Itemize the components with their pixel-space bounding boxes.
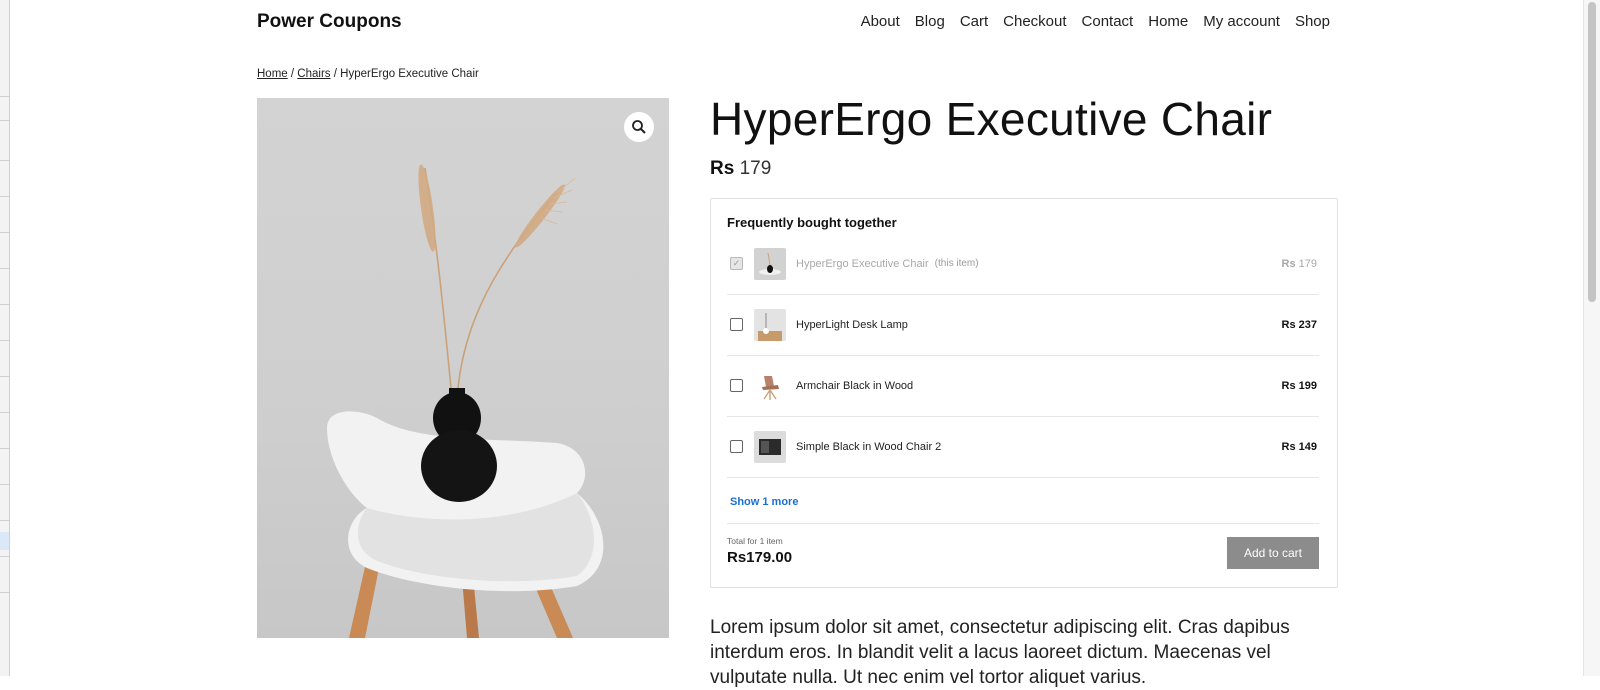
nav-item-cart[interactable]: Cart	[960, 13, 988, 30]
fbt-item-row: HyperLight Desk Lamp Rs 237	[727, 294, 1319, 356]
fbt-heading: Frequently bought together	[727, 215, 897, 230]
nav-item-checkout[interactable]: Checkout	[1003, 13, 1066, 30]
vase-on-chair-photo	[327, 164, 604, 638]
desk-lamp-thumbnail	[754, 308, 786, 341]
fbt-item-name[interactable]: HyperErgo Executive Chair	[796, 258, 929, 270]
main-nav: About Blog Cart Checkout Contact Home My…	[861, 13, 1330, 30]
fbt-item-name[interactable]: Armchair Black in Wood	[796, 380, 913, 392]
breadcrumb-home[interactable]: Home	[257, 68, 288, 80]
nav-item-contact[interactable]: Contact	[1082, 13, 1134, 30]
breadcrumb-separator: /	[290, 68, 295, 80]
fbt-item-checkbox[interactable]	[730, 379, 743, 392]
fbt-item-row: Simple Black in Wood Chair 2 Rs 149	[727, 416, 1319, 478]
product-image[interactable]	[257, 98, 669, 638]
add-to-cart-button[interactable]: Add to cart	[1227, 537, 1319, 569]
page-scrollbar[interactable]	[1583, 0, 1600, 676]
fbt-divider	[727, 523, 1319, 524]
background-window-edge	[0, 0, 10, 676]
vase-chair-thumbnail	[754, 247, 786, 280]
total-value: Rs179.00	[727, 549, 793, 566]
nav-item-home[interactable]: Home	[1148, 13, 1188, 30]
fbt-item-name[interactable]: Simple Black in Wood Chair 2	[796, 441, 941, 453]
total-label: Total for 1 item	[727, 536, 783, 546]
nav-item-my-account[interactable]: My account	[1203, 13, 1280, 30]
fbt-item-price: Rs 237	[1281, 318, 1317, 331]
fbt-item-checkbox[interactable]	[730, 440, 743, 453]
fbt-item-tag: (this item)	[934, 258, 979, 269]
show-more-link[interactable]: Show 1 more	[730, 496, 798, 508]
product-description: Lorem ipsum dolor sit amet, consectetur …	[710, 617, 1290, 688]
fbt-item-price: Rs 199	[1281, 379, 1317, 392]
breadcrumb-separator: /	[333, 68, 337, 80]
breadcrumb: Home / Chairs / HyperErgo Executive Chai…	[257, 68, 479, 80]
breadcrumb-current: HyperErgo Executive Chair	[340, 68, 479, 80]
black-chair-thumbnail	[754, 430, 786, 463]
currency-symbol: Rs	[710, 158, 735, 179]
scrollbar-thumb[interactable]	[1588, 2, 1596, 302]
fbt-item-row: Armchair Black in Wood Rs 199	[727, 355, 1319, 417]
fbt-item-price: Rs 179	[1281, 257, 1317, 270]
product-title: HyperErgo Executive Chair	[710, 93, 1273, 145]
magnifier-icon	[632, 120, 646, 134]
nav-item-shop[interactable]: Shop	[1295, 13, 1330, 30]
nav-item-blog[interactable]: Blog	[915, 13, 945, 30]
fbt-item-checkbox[interactable]	[730, 318, 743, 331]
fbt-item-price: Rs 149	[1281, 440, 1317, 453]
site-title[interactable]: Power Coupons	[257, 11, 402, 33]
fbt-item-name[interactable]: HyperLight Desk Lamp	[796, 319, 908, 331]
nav-item-about[interactable]: About	[861, 13, 900, 30]
product-price: Rs 179	[710, 158, 771, 180]
zoom-button[interactable]	[624, 112, 654, 142]
frequently-bought-together-box: Frequently bought together ✓ HyperErgo E…	[710, 198, 1338, 588]
fbt-item-row: ✓ HyperErgo Executive Chair (this item) …	[727, 233, 1319, 295]
fbt-item-checkbox[interactable]: ✓	[730, 257, 743, 270]
breadcrumb-chairs[interactable]: Chairs	[297, 68, 330, 80]
price-value: 179	[739, 158, 772, 179]
armchair-thumbnail	[754, 369, 786, 402]
